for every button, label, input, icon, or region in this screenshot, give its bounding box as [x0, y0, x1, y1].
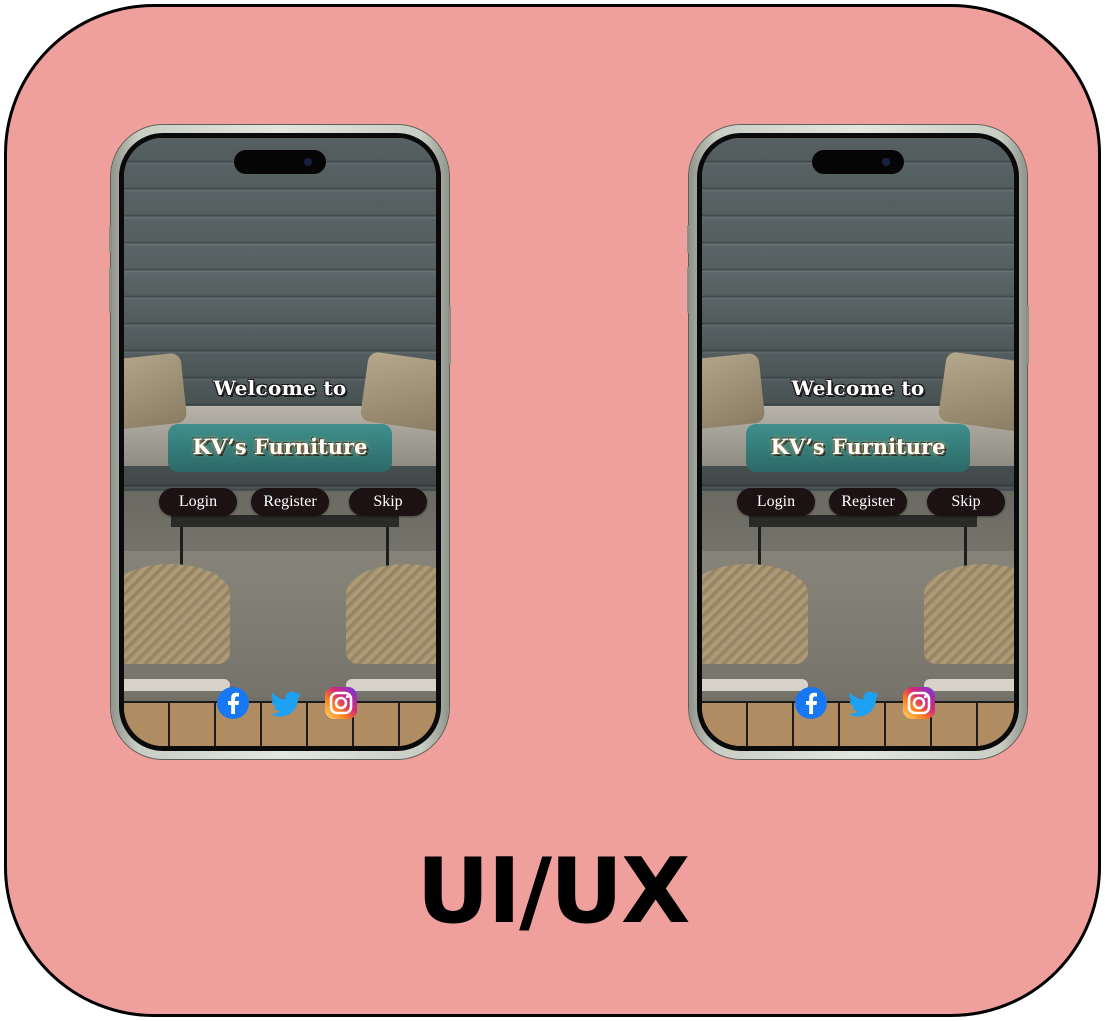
welcome-heading: Welcome to — [791, 376, 925, 400]
phone-screen: Welcome to KV’s Furniture Login Register… — [119, 133, 441, 751]
phone-side-button — [109, 267, 112, 313]
register-button[interactable]: Register — [829, 488, 907, 516]
instagram-icon[interactable] — [324, 686, 358, 720]
camera-icon — [304, 158, 312, 166]
brand-title: KV’s Furniture — [192, 434, 368, 459]
skip-button[interactable]: Skip — [927, 488, 1005, 516]
phone-mockup-left: Welcome to KV’s Furniture Login Register… — [109, 125, 451, 759]
brand-title: KV’s Furniture — [770, 434, 946, 459]
dynamic-island — [812, 150, 904, 174]
twitter-icon[interactable] — [847, 686, 881, 720]
dynamic-island — [234, 150, 326, 174]
phone-side-button — [687, 225, 690, 253]
phone-screen: Welcome to KV’s Furniture Login Register… — [697, 133, 1019, 751]
register-button[interactable]: Register — [251, 488, 329, 516]
facebook-icon[interactable] — [794, 686, 828, 720]
welcome-heading: Welcome to — [213, 376, 347, 400]
twitter-icon[interactable] — [269, 686, 303, 720]
phone-side-button — [109, 225, 112, 253]
auth-button-row: Login Register Skip — [159, 488, 427, 516]
skip-button[interactable]: Skip — [349, 488, 427, 516]
showcase-card: Welcome to KV’s Furniture Login Register… — [4, 4, 1101, 1017]
login-button[interactable]: Login — [737, 488, 815, 516]
facebook-icon[interactable] — [216, 686, 250, 720]
phone-side-button — [687, 267, 690, 313]
phone-mockup-right: Welcome to KV’s Furniture Login Register… — [687, 125, 1029, 759]
camera-icon — [882, 158, 890, 166]
phone-side-button — [448, 305, 451, 365]
instagram-icon[interactable] — [902, 686, 936, 720]
social-links — [124, 686, 436, 722]
social-links — [702, 686, 1014, 722]
phone-side-button — [1026, 305, 1029, 365]
auth-button-row: Login Register Skip — [737, 488, 1005, 516]
login-button[interactable]: Login — [159, 488, 237, 516]
ui-ux-title: UI/UX — [416, 839, 691, 944]
